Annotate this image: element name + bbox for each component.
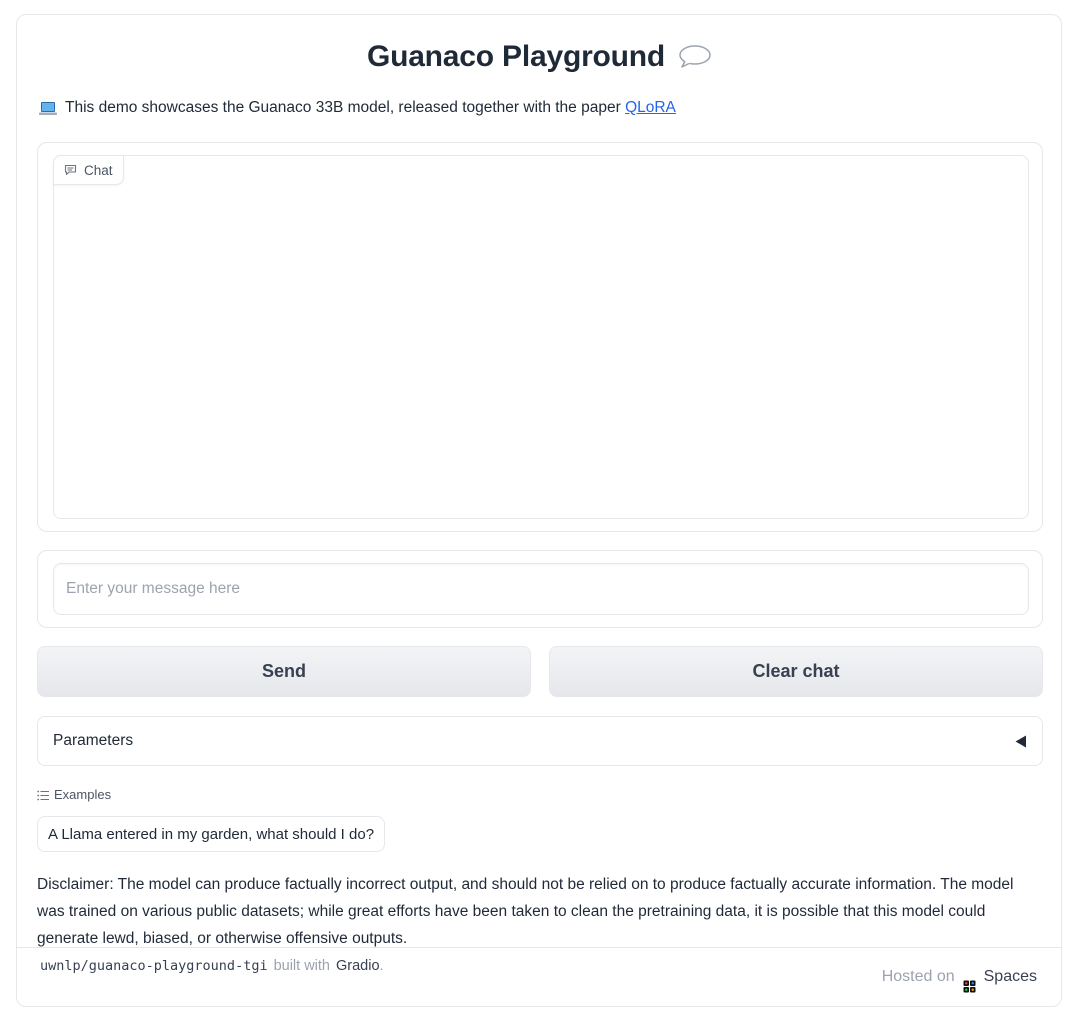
chatbot-area[interactable]: Chat [53, 155, 1029, 519]
list-icon [37, 789, 49, 801]
space-id[interactable]: uwnlp/guanaco-playground-tgi [40, 958, 268, 974]
triangle-left-icon[interactable] [1015, 735, 1027, 748]
chat-panel: Chat [37, 142, 1043, 532]
message-input[interactable] [53, 563, 1029, 615]
description-text: This demo showcases the Guanaco 33B mode… [65, 99, 676, 117]
chat-label: Chat [53, 155, 124, 185]
chat-label-text: Chat [84, 162, 113, 178]
spaces-label: Spaces [983, 968, 1037, 985]
parameters-label: Parameters [53, 732, 134, 749]
gradio-link[interactable]: Gradio [336, 958, 380, 974]
description-body: This demo showcases the Guanaco 33B mode… [65, 99, 621, 116]
clear-chat-button[interactable]: Clear chat [549, 646, 1043, 697]
examples-label: Examples [54, 787, 112, 802]
built-with-text: built with [273, 958, 330, 974]
send-button[interactable]: Send [37, 646, 531, 697]
description: This demo showcases the Guanaco 33B mode… [39, 99, 676, 117]
footer-left: uwnlp/guanaco-playground-tgi built with … [40, 958, 384, 974]
disclaimer-text: Disclaimer: The model can produce factua… [37, 876, 1014, 947]
page-title: Guanaco Playground [366, 40, 666, 73]
hosted-on-spaces[interactable]: Hosted on Spaces [882, 968, 1037, 993]
input-panel [37, 550, 1043, 628]
parameters-accordion[interactable]: Parameters [37, 716, 1043, 766]
header: Guanaco Playground [17, 37, 1061, 77]
examples-header: Examples [37, 787, 111, 802]
qlora-paper-link[interactable]: QLoRA [625, 99, 676, 116]
hosted-on-text: Hosted on [881, 968, 955, 985]
footer-period: . [379, 958, 384, 974]
speech-bubble-icon [677, 44, 711, 70]
laptop-emoji-icon [39, 101, 57, 116]
huggingface-spaces-icon [963, 980, 976, 993]
chat-bubble-icon [64, 164, 77, 176]
app-container: Guanaco Playground This demo showcases t… [16, 14, 1062, 1007]
footer: uwnlp/guanaco-playground-tgi built with … [17, 947, 1061, 1006]
example-item[interactable]: A Llama entered in my garden, what shoul… [37, 816, 386, 852]
